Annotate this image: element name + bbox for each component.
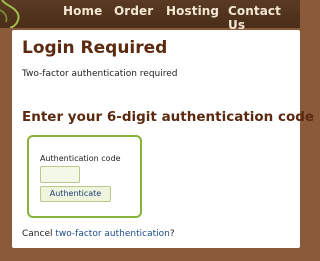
code-field-label: Authentication code [40,154,121,163]
page-subtitle: Two-factor authentication required [22,69,178,79]
code-section-heading: Enter your 6-digit authentication code [22,109,315,125]
top-navigation-bar: Home Order Hosting Contact Us [0,0,300,32]
nav-contact-link[interactable]: Contact Us [228,4,300,32]
nav-order-link[interactable]: Order [114,4,153,18]
nav-hosting-link[interactable]: Hosting [166,4,219,18]
authentication-code-input[interactable] [40,166,80,183]
page-title: Login Required [22,38,168,58]
logo-swirl-icon [0,0,20,28]
cancel-two-factor-link[interactable]: two-factor authentication [55,229,169,239]
cancel-suffix-text: ? [169,229,175,239]
authenticate-button[interactable]: Authenticate [40,186,111,202]
nav-home-link[interactable]: Home [63,4,102,18]
cancel-line: Cancel two-factor authentication? [22,229,175,239]
cancel-prefix-text: Cancel [22,229,56,239]
login-panel: Login Required Two-factor authentication… [12,30,314,248]
authentication-form: Authentication code Authenticate [27,135,142,218]
